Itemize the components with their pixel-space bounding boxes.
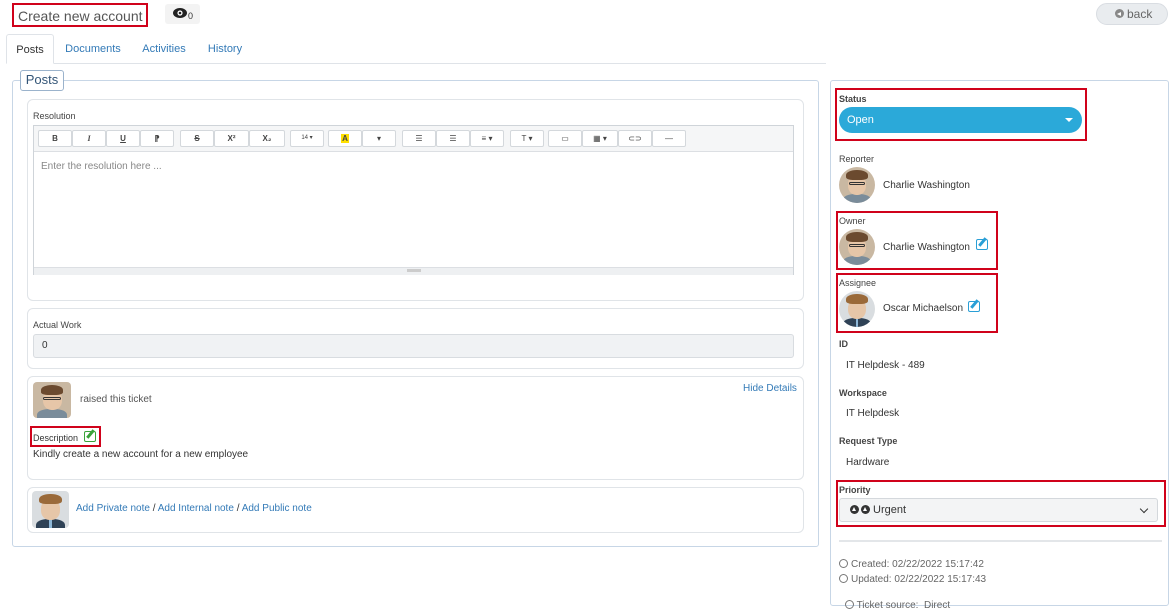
current-user-avatar [32,491,69,528]
updated-text: Updated: 02/22/2022 15:17:43 [851,574,987,585]
assignee-label: Assignee [839,278,877,288]
id-label: ID [839,339,848,349]
strikethrough-button[interactable]: S [180,130,214,147]
arrow-up-icon [861,505,870,514]
reporter-label: Reporter [839,154,875,164]
text-color-dropdown[interactable]: ▾ [362,130,396,147]
add-private-note-link[interactable]: Add Private note [76,503,150,514]
created-text: Created: 02/22/2022 15:17:42 [851,559,984,570]
insert-link-button[interactable]: ⊂⊃ [618,130,652,147]
eye-icon [173,8,187,18]
editor-toolbar: B I U ⁋ S X² X₂ 14 ▾ A ▾ ☰ ☰ ≡ ▾ T ▾ ▭ ▦… [34,126,793,152]
arrow-left-circle-icon [1115,9,1124,18]
posts-legend: Posts [20,70,64,91]
font-size-dropdown[interactable]: 14 ▾ [290,130,324,147]
raised-ticket-text: raised this ticket [80,394,152,405]
tab-activities[interactable]: Activities [134,34,194,64]
created-timestamp: Created: 02/22/2022 15:17:42 [839,559,984,570]
hide-details-link[interactable]: Hide Details [743,383,797,394]
add-public-note-link[interactable]: Add Public note [242,503,312,514]
status-value: Open [847,114,874,126]
ordered-list-button[interactable]: ☰ [436,130,470,147]
description-text: Kindly create a new account for a new em… [33,449,249,460]
clock-icon [839,559,848,568]
watch-count: 0 [188,11,194,21]
italic-button[interactable]: I [72,130,106,147]
owner-label: Owner [839,216,866,226]
description-label: Description [33,433,79,443]
back-button[interactable]: back [1096,3,1168,25]
owner-name: Charlie Washington [883,242,970,253]
insert-image-button[interactable]: ▭ [548,130,582,147]
actual-work-input[interactable]: 0 [33,334,794,358]
tab-documents[interactable]: Documents [58,34,128,64]
workspace-label: Workspace [839,388,887,398]
underline-button[interactable]: U [106,130,140,147]
chevron-down-icon [1139,504,1149,514]
tab-posts[interactable]: Posts [6,34,54,64]
priority-dropdown[interactable]: Urgent [839,498,1158,522]
status-dropdown[interactable]: Open [839,107,1082,133]
tab-divider [6,63,826,64]
priority-label: Priority [839,485,871,495]
note-links: Add Private note / Add Internal note / A… [76,503,312,514]
clear-format-button[interactable]: ⁋ [140,130,174,147]
assignee-name: Oscar Michaelson [883,303,964,314]
arrow-up-icon [850,505,859,514]
tab-history[interactable]: History [200,34,250,64]
subscript-button[interactable]: X₂ [249,130,285,147]
actual-work-label: Actual Work [33,320,82,330]
caret-down-icon [1065,118,1073,122]
info-icon [844,600,854,609]
reporter-avatar [33,382,71,418]
request-type-value: Hardware [846,457,890,468]
resolution-placeholder: Enter the resolution here ... [41,161,162,172]
request-type-label: Request Type [839,436,898,446]
add-internal-note-link[interactable]: Add Internal note [158,503,234,514]
page-title: Create new account [12,3,148,27]
watchers-button[interactable]: 0 [165,4,200,24]
insert-table-dropdown[interactable]: ▦ ▾ [582,130,618,147]
unordered-list-button[interactable]: ☰ [402,130,436,147]
workspace-value: IT Helpdesk [846,408,900,419]
align-dropdown[interactable]: ≡ ▾ [470,130,504,147]
ticket-properties-panel [830,80,1169,606]
note-separator: / [236,503,240,514]
priority-value: Urgent [873,504,907,516]
ticket-details-card [27,376,804,480]
id-value: IT Helpdesk - 489 [846,360,925,371]
highlight-button[interactable]: A [328,130,362,147]
reporter-avatar [839,167,875,203]
editor-resize-handle[interactable] [34,267,793,275]
superscript-button[interactable]: X² [214,130,249,147]
reporter-name: Charlie Washington [883,180,970,191]
status-label: Status [839,94,867,104]
edit-owner-icon[interactable] [976,239,988,250]
edit-description-icon[interactable] [84,431,96,442]
highlight-icon: A [341,134,349,143]
properties-divider [839,540,1162,542]
note-separator: / [152,503,156,514]
back-label: back [1127,7,1153,21]
owner-avatar [839,229,875,265]
bold-button[interactable]: B [38,130,72,147]
clock-icon [839,574,848,583]
text-style-dropdown[interactable]: T ▾ [510,130,544,147]
assignee-avatar [839,291,875,327]
horizontal-rule-button[interactable]: — [652,130,686,147]
source-text: Ticket source: Direct [856,600,951,611]
ticket-source: Ticket source: Direct [839,589,950,611]
grip-icon [407,269,421,272]
updated-timestamp: Updated: 02/22/2022 15:17:43 [839,574,986,585]
edit-assignee-icon[interactable] [968,301,980,312]
resolution-label: Resolution [33,111,76,121]
